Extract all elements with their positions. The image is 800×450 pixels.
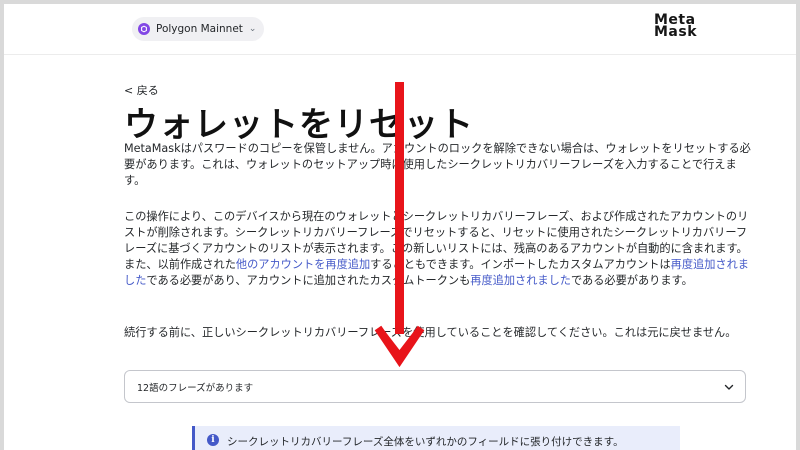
details-text-d: である必要があります。: [570, 274, 693, 287]
intro-paragraph: MetaMaskはパスワードのコピーを保管しません。アカウントのロックを解除でき…: [124, 142, 751, 187]
details-text-b: することもできます。インポートしたカスタムアカウントは: [370, 258, 671, 271]
network-label: Polygon Mainnet: [156, 23, 243, 35]
re-add-custom-tokens-link[interactable]: 再度追加されました: [470, 274, 571, 287]
main-content: < 戻る ウォレットをリセット MetaMaskはパスワードのコピーを保管しませ…: [4, 55, 796, 450]
metamask-logo: Meta Mask: [654, 13, 706, 40]
polygon-icon: [138, 23, 150, 35]
top-bar: Polygon Mainnet ⌄ Meta Mask: [4, 4, 796, 55]
logo-line-2: Mask: [654, 24, 698, 40]
re-add-accounts-link[interactable]: 他のアカウントを再度追加: [236, 258, 370, 271]
app-frame: Polygon Mainnet ⌄ Meta Mask < 戻る ウォレットをリ…: [4, 4, 796, 450]
info-icon: i: [207, 434, 219, 446]
page-title: ウォレットをリセット: [124, 105, 474, 145]
warning-paragraph: 続行する前に、正しいシークレットリカバリーフレーズを使用していることを確認してく…: [124, 326, 737, 339]
back-link[interactable]: < 戻る: [124, 82, 159, 98]
info-banner: i シークレットリカバリーフレーズ全体をいずれかのフィールドに張り付けできます。: [192, 426, 680, 450]
network-selector[interactable]: Polygon Mainnet ⌄: [132, 17, 265, 41]
chevron-down-icon: ⌄: [248, 24, 257, 34]
phrase-length-value: 12語のフレーズがあります: [137, 383, 254, 394]
chevron-down-icon: [724, 384, 734, 390]
info-banner-text: シークレットリカバリーフレーズ全体をいずれかのフィールドに張り付けできます。: [227, 436, 624, 448]
details-paragraph: この操作により、このデバイスから現在のウォレットとシークレットリカバリーフレーズ…: [124, 209, 752, 289]
details-text-c: である必要があり、アカウントに追加されたカスタムトークンも: [146, 274, 471, 287]
phrase-length-dropdown[interactable]: 12語のフレーズがあります: [124, 370, 746, 403]
